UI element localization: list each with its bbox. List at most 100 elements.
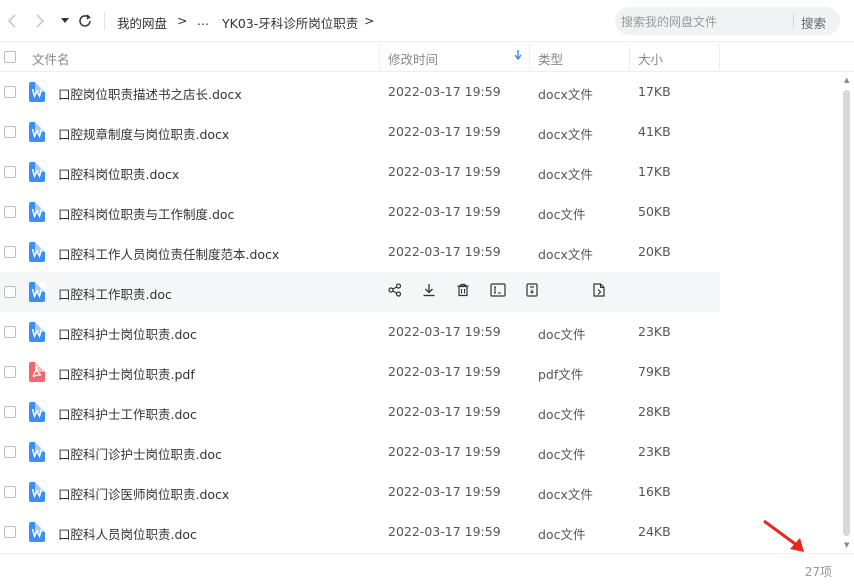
- table-row[interactable]: 口腔科门诊医师岗位职责.docx 2022-03-17 19:59 docx文件 16…: [0, 472, 720, 512]
- column-name[interactable]: 文件名: [32, 49, 70, 68]
- annotation-arrow-icon: [763, 519, 804, 552]
- file-date: 2022-03-17 19:59: [388, 84, 501, 99]
- forward-button[interactable]: [30, 11, 50, 31]
- word-file-icon: [29, 482, 45, 502]
- word-file-icon: [29, 82, 45, 102]
- column-divider: [379, 44, 380, 70]
- column-size[interactable]: 大小: [638, 49, 663, 68]
- breadcrumb-ellipsis[interactable]: ...: [197, 13, 209, 28]
- breadcrumb-current[interactable]: YK03-牙科诊所岗位职责: [222, 13, 358, 32]
- file-date: 2022-03-17 19:59: [388, 524, 501, 539]
- row-checkbox[interactable]: [4, 166, 16, 178]
- file-date: 2022-03-17 19:59: [388, 364, 501, 379]
- file-type: doc文件: [538, 447, 586, 462]
- toolbar-divider: [104, 12, 105, 30]
- row-checkbox[interactable]: [4, 286, 16, 298]
- file-size: 50KB: [638, 204, 671, 219]
- download-icon: [423, 284, 435, 297]
- scrollbar[interactable]: ▲ ▼: [840, 72, 854, 553]
- file-name[interactable]: 口腔科工作职责.doc: [58, 284, 172, 303]
- word-file-icon: [29, 162, 45, 182]
- row-checkbox[interactable]: [4, 86, 16, 98]
- column-divider: [719, 44, 720, 70]
- search-input[interactable]: [619, 11, 793, 33]
- table-row[interactable]: 口腔科护士岗位职责.doc 2022-03-17 19:59 doc文件 23KB: [0, 312, 720, 352]
- row-checkbox[interactable]: [4, 246, 16, 258]
- word-file-icon: [29, 322, 45, 342]
- history-dropdown-button[interactable]: [55, 11, 75, 31]
- column-modified[interactable]: 修改时间: [388, 49, 438, 68]
- search-divider: [793, 13, 794, 29]
- file-name[interactable]: 口腔规章制度与岗位职责.docx: [58, 124, 229, 143]
- delete-button[interactable]: [456, 283, 474, 301]
- table-row[interactable]: 口腔规章制度与岗位职责.docx 2022-03-17 19:59 docx文件 41…: [0, 112, 720, 152]
- file-name[interactable]: 口腔科工作人员岗位责任制度范本.docx: [58, 244, 279, 263]
- chevron-left-icon: [7, 14, 16, 28]
- file-type: docx文件: [538, 247, 593, 262]
- row-checkbox[interactable]: [4, 446, 16, 458]
- table-row[interactable]: 口腔科工作人员岗位责任制度范本.docx 2022-03-17 19:59 docx…: [0, 232, 720, 272]
- row-checkbox[interactable]: [4, 406, 16, 418]
- sort-down-arrow-icon[interactable]: [514, 50, 522, 63]
- row-checkbox[interactable]: [4, 126, 16, 138]
- share-icon: [388, 283, 402, 297]
- word-file-icon: [29, 442, 45, 462]
- word-file-icon: [29, 242, 45, 262]
- rename-button[interactable]: [490, 283, 508, 301]
- pdf-file-icon: [29, 362, 45, 382]
- table-row[interactable]: 口腔科门诊护士岗位职责.doc 2022-03-17 19:59 doc文件 23KB: [0, 432, 720, 472]
- column-divider: [529, 44, 530, 70]
- refresh-button[interactable]: [75, 11, 95, 31]
- file-name[interactable]: 口腔科护士工作职责.doc: [58, 404, 197, 423]
- file-name[interactable]: 口腔科护士岗位职责.doc: [58, 324, 197, 343]
- table-row[interactable]: 口腔科护士岗位职责.pdf 2022-03-17 19:59 pdf文件 79KB: [0, 352, 720, 392]
- column-header: 文件名 修改时间 类型 大小: [0, 42, 854, 72]
- row-checkbox[interactable]: [4, 326, 16, 338]
- file-type: pdf文件: [538, 367, 584, 382]
- breadcrumb-separator: >: [364, 13, 375, 28]
- move-button[interactable]: [526, 283, 544, 301]
- table-row[interactable]: 口腔科工作职责.doc: [0, 272, 720, 312]
- table-row[interactable]: 口腔科岗位职责.docx 2022-03-17 19:59 docx文件 17KB: [0, 152, 720, 192]
- toolbar: 我的网盘 > ... YK03-牙科诊所岗位职责 > 搜索: [0, 0, 854, 42]
- column-type[interactable]: 类型: [538, 49, 563, 68]
- file-name[interactable]: 口腔科人员岗位职责.doc: [58, 524, 197, 543]
- scrollbar-thumb[interactable]: [843, 90, 850, 536]
- move-icon: [526, 283, 538, 297]
- select-all-checkbox[interactable]: [4, 51, 16, 63]
- file-type: doc文件: [538, 527, 586, 542]
- more-button[interactable]: [592, 283, 610, 301]
- search-button[interactable]: 搜索: [801, 13, 826, 32]
- refresh-icon: [79, 14, 91, 27]
- file-name[interactable]: 口腔科门诊医师岗位职责.docx: [58, 484, 229, 503]
- file-name[interactable]: 口腔科护士岗位职责.pdf: [58, 364, 195, 383]
- back-button[interactable]: [2, 11, 22, 31]
- scroll-down-icon[interactable]: ▼: [844, 541, 849, 549]
- file-type: docx文件: [538, 87, 593, 102]
- share-button[interactable]: [388, 283, 406, 301]
- row-checkbox[interactable]: [4, 486, 16, 498]
- file-name[interactable]: 口腔科岗位职责与工作制度.doc: [58, 204, 234, 223]
- file-date: 2022-03-17 19:59: [388, 444, 501, 459]
- word-file-icon: [29, 202, 45, 222]
- rename-icon: [490, 283, 506, 297]
- table-row[interactable]: 口腔科人员岗位职责.doc 2022-03-17 19:59 doc文件 24KB: [0, 512, 720, 552]
- status-footer: 27项: [0, 553, 854, 588]
- table-row[interactable]: 口腔科岗位职责与工作制度.doc 2022-03-17 19:59 doc文件 50K…: [0, 192, 720, 232]
- scroll-up-icon[interactable]: ▲: [844, 76, 849, 84]
- download-button[interactable]: [422, 283, 440, 301]
- file-date: 2022-03-17 19:59: [388, 124, 501, 139]
- item-count: 27项: [804, 565, 832, 579]
- table-row[interactable]: 口腔科护士工作职责.doc 2022-03-17 19:59 doc文件 28KB: [0, 392, 720, 432]
- file-name[interactable]: 口腔科门诊护士岗位职责.doc: [58, 444, 222, 463]
- breadcrumb-root[interactable]: 我的网盘: [117, 13, 167, 32]
- file-size: 28KB: [638, 404, 671, 419]
- file-name[interactable]: 口腔科岗位职责.docx: [58, 164, 179, 183]
- file-type: docx文件: [538, 127, 593, 142]
- row-checkbox[interactable]: [4, 206, 16, 218]
- row-checkbox[interactable]: [4, 526, 16, 538]
- table-row[interactable]: 口腔岗位职责描述书之店长.docx 2022-03-17 19:59 docx文件 1…: [0, 72, 720, 112]
- row-checkbox[interactable]: [4, 366, 16, 378]
- file-name[interactable]: 口腔岗位职责描述书之店长.docx: [58, 84, 242, 103]
- file-size: 23KB: [638, 444, 671, 459]
